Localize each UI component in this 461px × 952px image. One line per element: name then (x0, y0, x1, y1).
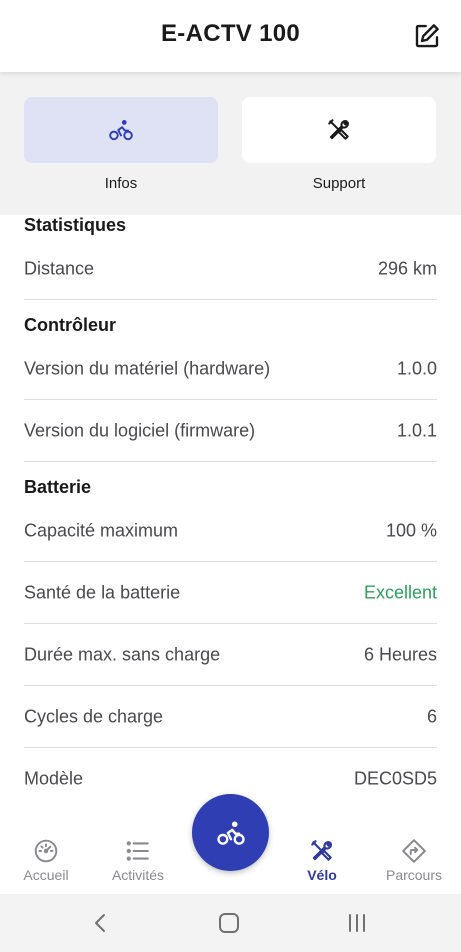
speedometer-icon (34, 839, 58, 863)
row-label: Distance (24, 258, 95, 278)
tab-support-label: Support (312, 175, 366, 192)
section-title-controller: Contrôleur (24, 315, 116, 335)
nav-accueil[interactable]: Accueil (1, 838, 91, 883)
bicycle-icon (216, 820, 245, 845)
list-icon (126, 841, 149, 861)
bicycle-icon (109, 120, 133, 141)
bike-fab-button[interactable] (192, 794, 269, 871)
info-row-max-duration: Durée max. sans charge 6 Heures (24, 624, 437, 686)
home-icon[interactable] (214, 909, 244, 937)
info-row-battery-health: Santé de la batterie Excellent (24, 562, 437, 624)
edit-icon[interactable] (412, 21, 442, 51)
nav-label: Activités (111, 867, 165, 883)
bike-info-content: Statistiques Distance 296 km Contrôleur … (24, 212, 437, 810)
back-icon[interactable] (86, 909, 116, 937)
tools-icon (328, 119, 349, 140)
section-title-statistics: Statistiques (24, 215, 127, 235)
row-value: 6 Heures (363, 644, 437, 664)
row-value: 1.0.1 (396, 420, 437, 440)
nav-label: Accueil (23, 867, 69, 883)
row-label: Capacité maximum (24, 520, 179, 540)
tab-support[interactable] (242, 97, 436, 163)
nav-label: Parcours (385, 867, 443, 883)
info-row-distance: Distance 296 km (24, 238, 437, 300)
nav-label: Vélo (307, 867, 337, 883)
row-value: 100 % (385, 520, 437, 540)
row-value: 1.0.0 (396, 358, 437, 378)
route-icon (402, 839, 426, 863)
row-label: Modèle (24, 768, 84, 789)
row-label: Version du logiciel (firmware) (24, 420, 256, 440)
row-label: Santé de la batterie (24, 582, 181, 602)
info-row-hardware-version: Version du matériel (hardware) 1.0.0 (24, 338, 437, 400)
info-row-max-capacity: Capacité maximum 100 % (24, 500, 437, 562)
row-label: Version du matériel (hardware) (24, 358, 271, 378)
page-title: E-ACTV 100 (160, 20, 301, 47)
tab-infos-label: Infos (104, 175, 138, 192)
nav-activites[interactable]: Activités (93, 838, 183, 883)
tools-icon (311, 840, 332, 861)
recent-apps-icon[interactable] (342, 909, 372, 937)
section-title-battery: Batterie (24, 477, 92, 497)
row-value: DEC0SD5 (353, 768, 437, 789)
nav-parcours[interactable]: Parcours (369, 838, 459, 883)
info-row-firmware-version: Version du logiciel (firmware) 1.0.1 (24, 400, 437, 462)
info-row-charge-cycles: Cycles de charge 6 (24, 686, 437, 748)
row-value: 6 (426, 706, 437, 726)
row-value: 296 km (377, 258, 437, 278)
row-label: Cycles de charge (24, 706, 164, 726)
system-navigation-bar (0, 894, 461, 952)
row-label: Durée max. sans charge (24, 644, 221, 664)
nav-velo[interactable]: Vélo (277, 838, 367, 883)
battery-health-status: Excellent (363, 582, 437, 602)
tab-infos[interactable] (24, 97, 218, 163)
tab-bar: Infos Support (0, 72, 461, 215)
app-header: E-ACTV 100 (0, 0, 461, 72)
